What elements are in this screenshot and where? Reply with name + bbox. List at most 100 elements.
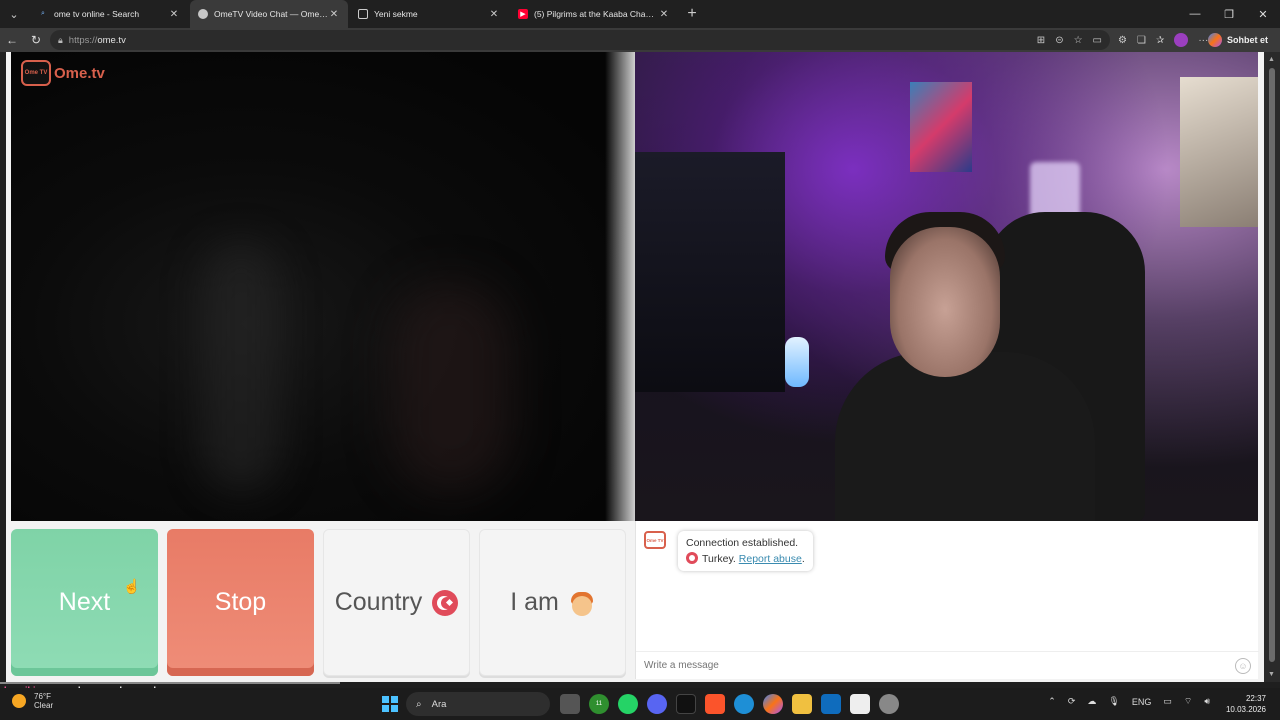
tab-strip: ⌄ ⌕ ome tv online - Search ✕ OmeTV Video… bbox=[0, 0, 1280, 28]
xbox-icon[interactable]: 11 bbox=[589, 694, 609, 714]
boy-avatar-icon bbox=[569, 590, 595, 616]
close-icon[interactable]: ✕ bbox=[488, 9, 500, 20]
url-field[interactable]: 🔒︎ https://ome.tv ⊞ ⊝ ☆ ▭ bbox=[50, 30, 1110, 50]
weather-desc: Clear bbox=[34, 701, 54, 710]
country-label: Country bbox=[334, 588, 423, 616]
close-icon[interactable]: ✕ bbox=[658, 9, 670, 20]
scroll-up-icon[interactable]: ▲ bbox=[1268, 56, 1275, 63]
stranger-video bbox=[635, 52, 1258, 521]
tab-youtube[interactable]: ▶ (5) Pilgrims at the Kaaba Chant "Here … bbox=[510, 0, 678, 28]
microphone-icon[interactable]: 🎙︎ bbox=[1108, 696, 1119, 707]
scroll-down-icon[interactable]: ▼ bbox=[1268, 671, 1275, 678]
edge-icon[interactable] bbox=[734, 694, 754, 714]
next-button[interactable]: Next bbox=[11, 529, 158, 676]
tab-title: ome tv online - Search bbox=[54, 9, 140, 19]
clock-date: 10.03.2026 bbox=[1225, 705, 1266, 714]
tab-title: (5) Pilgrims at the Kaaba Chant "Here I … bbox=[534, 9, 658, 19]
close-icon[interactable]: ✕ bbox=[168, 9, 180, 20]
discord-icon[interactable] bbox=[647, 694, 667, 714]
youtube-icon: ▶ bbox=[518, 9, 528, 19]
refresh-icon[interactable]: ↻ bbox=[24, 28, 48, 52]
copilot-app-icon[interactable] bbox=[763, 694, 783, 714]
store-icon[interactable] bbox=[850, 694, 870, 714]
tab-new-tab[interactable]: Yeni sekme ✕ bbox=[350, 0, 508, 28]
badge-count: 11 bbox=[595, 701, 603, 707]
emoji-icon[interactable]: ☺ bbox=[1235, 658, 1251, 674]
blurred-figure bbox=[391, 282, 511, 492]
search-placeholder: Ara bbox=[431, 698, 447, 710]
video-scene bbox=[910, 82, 972, 172]
windows-start-icon[interactable] bbox=[382, 696, 398, 712]
close-icon[interactable]: ✕ bbox=[328, 9, 340, 20]
language-indicator[interactable]: ENG bbox=[1132, 697, 1152, 707]
turkey-flag-icon bbox=[432, 589, 459, 616]
country-button[interactable]: Country bbox=[323, 529, 470, 676]
self-camera-video: Ome TV Ome.tv bbox=[11, 52, 635, 521]
iam-label: I am bbox=[510, 588, 559, 616]
tab-ometv[interactable]: OmeTV Video Chat — Omegle Alternative ✕ bbox=[190, 0, 348, 28]
new-tab-page-icon bbox=[358, 9, 368, 19]
maximize-icon[interactable]: ❐ bbox=[1212, 0, 1246, 28]
reader-icon[interactable]: ⊝ bbox=[1055, 35, 1063, 46]
chevron-up-icon[interactable]: ⌃ bbox=[1048, 696, 1056, 707]
tab-actions-menu-icon[interactable]: ⌄ bbox=[0, 0, 28, 28]
taskbar-clock[interactable]: 22:37 10.03.2026 bbox=[1226, 693, 1266, 715]
file-explorer-icon[interactable] bbox=[792, 694, 812, 714]
profile-avatar-icon[interactable] bbox=[1174, 33, 1189, 47]
video-scene bbox=[785, 337, 809, 387]
video-scene bbox=[635, 152, 785, 392]
close-window-icon[interactable]: ✕ bbox=[1246, 0, 1280, 28]
collections-icon[interactable]: ❏ bbox=[1137, 35, 1146, 46]
page-scrollbar[interactable]: ▲ ▼ bbox=[1264, 52, 1280, 682]
report-abuse-link[interactable]: Report abuse bbox=[739, 553, 802, 565]
gender-button[interactable]: I am bbox=[479, 529, 626, 676]
lock-icon[interactable]: 🔒︎ bbox=[58, 35, 63, 46]
scroll-thumb[interactable] bbox=[1269, 68, 1275, 662]
video-icon[interactable]: ▭ bbox=[1093, 35, 1102, 46]
video-scene bbox=[835, 352, 1095, 521]
ometv-favicon-icon bbox=[198, 9, 208, 19]
blurred-figure bbox=[201, 242, 281, 492]
taskbar-search[interactable]: ⌕ Ara bbox=[406, 692, 550, 716]
chat-panel: Ome TV Connection established. Turkey. R… bbox=[635, 521, 1259, 679]
chrome-icon[interactable] bbox=[879, 694, 899, 714]
address-bar: ← ↻ 🔒︎ https://ome.tv ⊞ ⊝ ☆ ▭ ⚙ ❏ ✰ ··· … bbox=[0, 28, 1280, 52]
favorite-star-icon[interactable]: ☆ bbox=[1074, 35, 1083, 46]
next-label: Next bbox=[58, 588, 111, 616]
whatsapp-icon[interactable] bbox=[618, 694, 638, 714]
video-scene bbox=[890, 227, 1000, 377]
ometv-logo[interactable]: Ome TV Ome.tv bbox=[21, 60, 105, 86]
tab-ome-search[interactable]: ⌕ ome tv online - Search ✕ bbox=[30, 0, 188, 28]
connection-status: Connection established. bbox=[686, 537, 799, 549]
stop-button[interactable]: Stop bbox=[167, 529, 314, 676]
pinned-apps: 11 bbox=[560, 694, 899, 714]
copilot-chat-button[interactable]: Sohbet et bbox=[1207, 31, 1268, 49]
task-view-icon[interactable] bbox=[560, 694, 580, 714]
mouse-pointer-icon: ☝ bbox=[123, 578, 141, 594]
network-icon[interactable]: ⌔ bbox=[1184, 696, 1192, 707]
brave-icon[interactable] bbox=[705, 694, 725, 714]
terminal-icon[interactable] bbox=[676, 694, 696, 714]
extensions-icon[interactable]: ⚙ bbox=[1118, 35, 1127, 46]
message-input[interactable] bbox=[644, 660, 1204, 671]
toolbar-actions: ⚙ ❏ ✰ ··· bbox=[1118, 28, 1208, 52]
tab-title: Yeni sekme bbox=[374, 9, 418, 19]
display-icon[interactable]: ▭ bbox=[1163, 696, 1172, 707]
search-icon: ⌕ bbox=[41, 10, 45, 17]
app-available-icon[interactable]: ⊞ bbox=[1037, 35, 1045, 46]
back-arrow-icon[interactable]: ← bbox=[0, 28, 24, 52]
favorites-icon[interactable]: ✰ bbox=[1156, 35, 1164, 46]
sync-icon[interactable]: ⟳ bbox=[1068, 696, 1076, 707]
minimize-icon[interactable]: — bbox=[1178, 0, 1212, 28]
ometv-chat-logo-icon: Ome TV bbox=[644, 531, 666, 549]
tab-title: OmeTV Video Chat — Omegle Alternative bbox=[214, 9, 328, 19]
omnibox-actions: ⊞ ⊝ ☆ ▭ bbox=[1037, 30, 1102, 50]
new-tab-plus-icon[interactable]: + bbox=[678, 0, 706, 28]
volume-icon[interactable]: 🔊︎ bbox=[1204, 696, 1210, 707]
more-options-icon[interactable]: ··· bbox=[1198, 35, 1208, 46]
windows-taskbar: 76°F Clear ⌕ Ara 11 ⌃ ⟳ ☁ 🎙︎ ENG ▭ ⌔ 🔊︎ … bbox=[0, 688, 1280, 720]
cloud-icon[interactable]: ☁ bbox=[1087, 696, 1096, 707]
weather-widget[interactable]: 76°F Clear bbox=[12, 692, 53, 710]
turkey-flag-icon bbox=[686, 552, 698, 564]
outlook-icon[interactable] bbox=[821, 694, 841, 714]
